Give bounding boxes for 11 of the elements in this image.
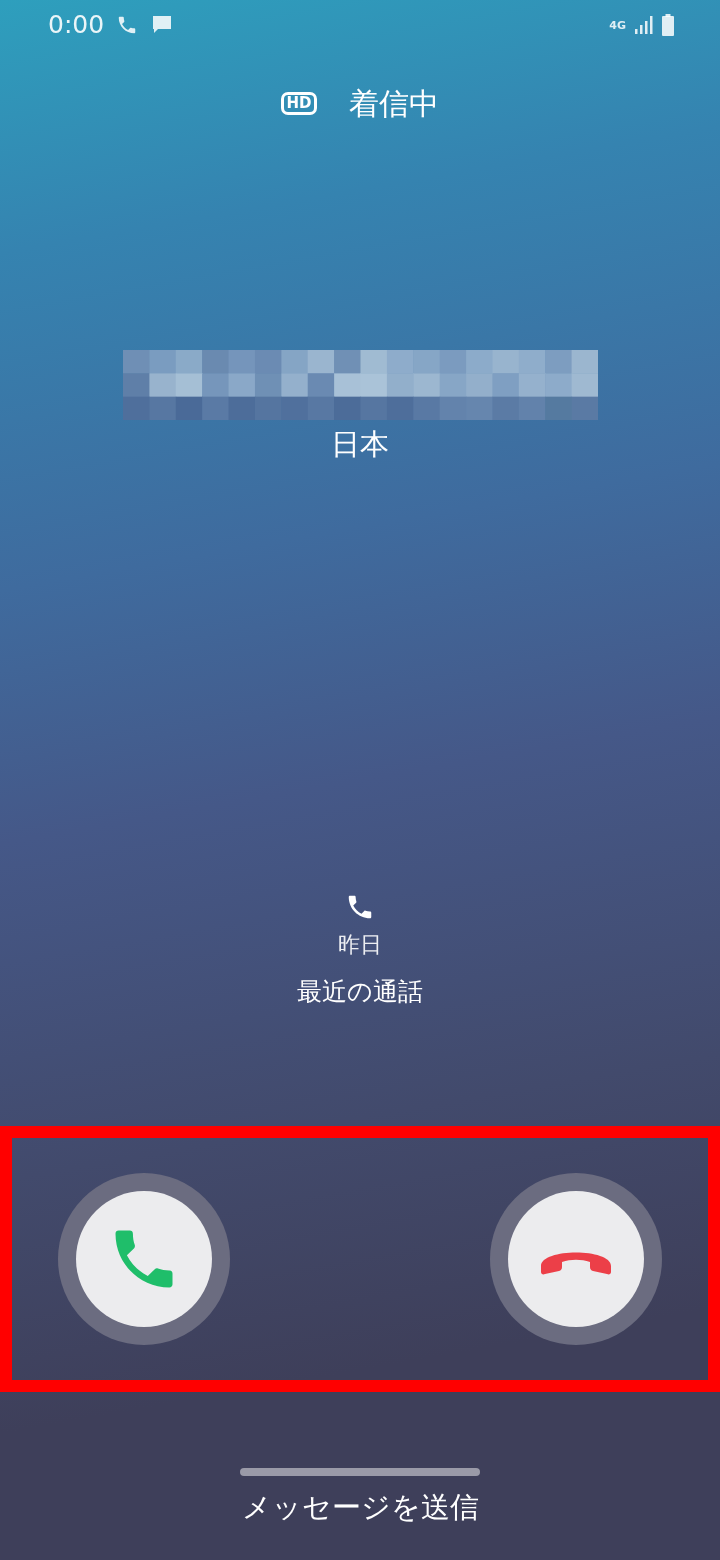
send-message-label[interactable]: メッセージを送信 bbox=[241, 1485, 479, 1529]
last-call-date: 昨日 bbox=[338, 931, 382, 959]
network-type: 4G bbox=[609, 19, 626, 31]
recent-calls-label: 最近の通話 bbox=[297, 976, 423, 1008]
caller-location: 日本 bbox=[331, 426, 389, 464]
signal-icon bbox=[634, 15, 654, 35]
hd-voice-icon: HD bbox=[281, 91, 317, 115]
call-status: 着信中 bbox=[348, 84, 439, 123]
clock-time: 0:00 bbox=[48, 9, 105, 42]
swipe-handle[interactable] bbox=[240, 1467, 480, 1476]
battery-icon bbox=[662, 14, 674, 36]
